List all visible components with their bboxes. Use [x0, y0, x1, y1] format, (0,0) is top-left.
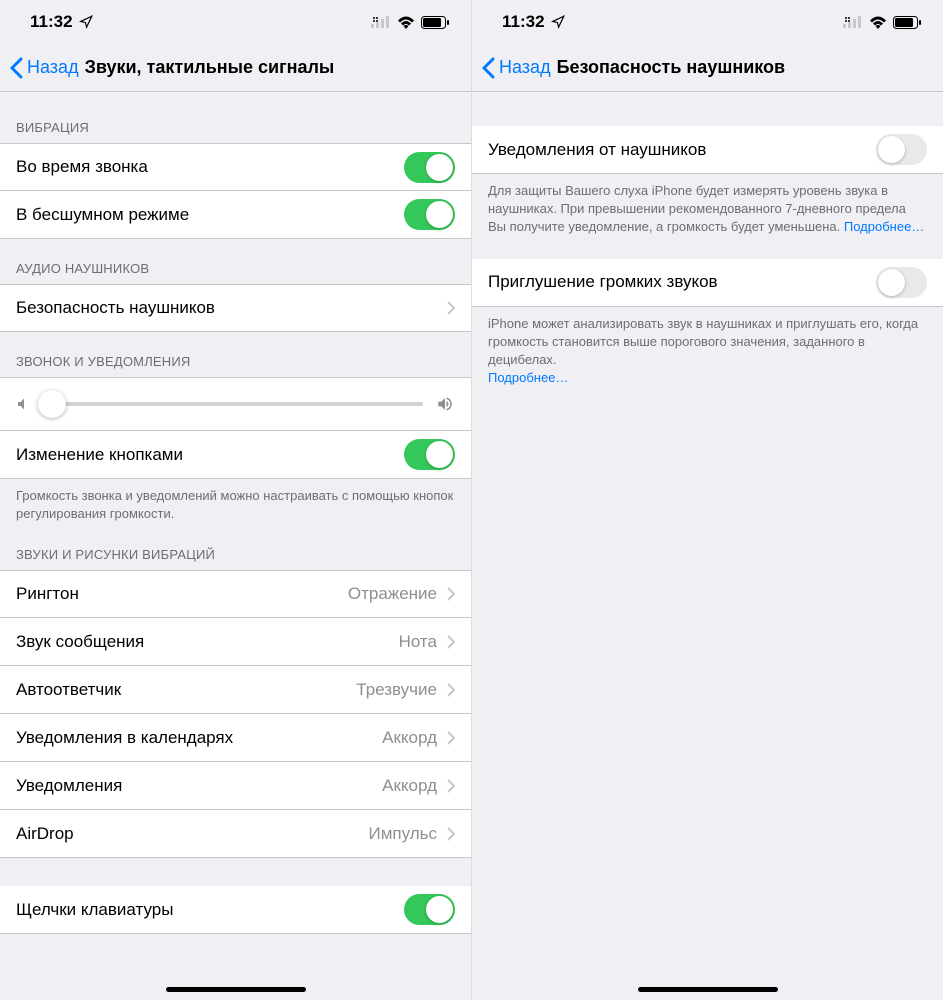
- cell-headphone-safety[interactable]: Безопасность наушников: [0, 284, 471, 332]
- chevron-left-icon: [10, 57, 23, 79]
- status-time: 11:32: [502, 12, 545, 32]
- back-label: Назад: [499, 57, 551, 78]
- cell-label: Автоответчик: [16, 680, 356, 700]
- section-header-sounds: ЗВУКИ И РИСУНКИ ВИБРАЦИЙ: [0, 537, 471, 570]
- screen-sounds-haptics: 11:32 Назад Звуки, тактильные сигналы ВИ…: [0, 0, 471, 1000]
- status-bar: 11:32: [472, 0, 943, 44]
- chevron-right-icon: [447, 635, 455, 649]
- cell-keyboard-clicks[interactable]: Щелчки клавиатуры: [0, 886, 471, 934]
- learn-more-link[interactable]: Подробнее…: [488, 370, 568, 385]
- back-label: Назад: [27, 57, 79, 78]
- cell-label: Уведомления в календарях: [16, 728, 382, 748]
- cell-label: Во время звонка: [16, 157, 404, 177]
- cellular-icon: [843, 16, 863, 28]
- chevron-right-icon: [447, 731, 455, 745]
- slider-ringer-volume[interactable]: [0, 377, 471, 431]
- footer-text: iPhone может анализировать звук в наушни…: [488, 316, 918, 367]
- page-title: Безопасность наушников: [557, 57, 786, 78]
- wifi-icon: [869, 16, 887, 29]
- cell-vibrate-on-ring[interactable]: Во время звонка: [0, 143, 471, 191]
- screen-headphone-safety: 11:32 Назад Безопасность наушников Уведо…: [471, 0, 943, 1000]
- cell-value: Импульс: [368, 824, 437, 844]
- cell-headphone-notifications[interactable]: Уведомления от наушников: [472, 126, 943, 174]
- toggle-headphone-notifications[interactable]: [876, 134, 927, 165]
- cell-label: Щелчки клавиатуры: [16, 900, 404, 920]
- cell-label: Уведомления: [16, 776, 382, 796]
- section-header-vibration: ВИБРАЦИЯ: [0, 92, 471, 143]
- nav-bar: Назад Безопасность наушников: [472, 44, 943, 92]
- back-button[interactable]: Назад: [10, 57, 79, 79]
- toggle-keyboard-clicks[interactable]: [404, 894, 455, 925]
- cell-voicemail[interactable]: Автоответчик Трезвучие: [0, 666, 471, 714]
- cell-value: Аккорд: [382, 728, 437, 748]
- footer-ringer: Громкость звонка и уведомлений можно нас…: [0, 479, 471, 537]
- section-header-headphone-audio: АУДИО НАУШНИКОВ: [0, 239, 471, 284]
- chevron-left-icon: [482, 57, 495, 79]
- cell-change-with-buttons[interactable]: Изменение кнопками: [0, 431, 471, 479]
- cell-label: Звук сообщения: [16, 632, 399, 652]
- cell-label: AirDrop: [16, 824, 368, 844]
- chevron-right-icon: [447, 587, 455, 601]
- cell-value: Трезвучие: [356, 680, 437, 700]
- footer-reduce: iPhone может анализировать звук в наушни…: [472, 307, 943, 402]
- cell-reminder-alerts[interactable]: Уведомления Аккорд: [0, 762, 471, 810]
- toggle-vibrate-on-ring[interactable]: [404, 152, 455, 183]
- battery-icon: [893, 16, 921, 29]
- status-time: 11:32: [30, 12, 73, 32]
- location-icon: [79, 15, 93, 29]
- status-bar: 11:32: [0, 0, 471, 44]
- learn-more-link[interactable]: Подробнее…: [844, 219, 924, 234]
- chevron-right-icon: [447, 683, 455, 697]
- cell-value: Отражение: [348, 584, 437, 604]
- cell-label: Изменение кнопками: [16, 445, 404, 465]
- cell-label: В бесшумном режиме: [16, 205, 404, 225]
- chevron-right-icon: [447, 827, 455, 841]
- toggle-reduce-loud-sounds[interactable]: [876, 267, 927, 298]
- cellular-icon: [371, 16, 391, 28]
- cell-label: Приглушение громких звуков: [488, 272, 876, 292]
- cell-label: Безопасность наушников: [16, 298, 447, 318]
- cell-label: Уведомления от наушников: [488, 140, 876, 160]
- cell-airdrop[interactable]: AirDrop Импульс: [0, 810, 471, 858]
- toggle-vibrate-on-silent[interactable]: [404, 199, 455, 230]
- cell-label: Рингтон: [16, 584, 348, 604]
- slider-thumb[interactable]: [38, 390, 66, 418]
- home-indicator[interactable]: [166, 987, 306, 992]
- chevron-right-icon: [447, 779, 455, 793]
- cell-text-tone[interactable]: Звук сообщения Нота: [0, 618, 471, 666]
- cell-ringtone[interactable]: Рингтон Отражение: [0, 570, 471, 618]
- toggle-change-with-buttons[interactable]: [404, 439, 455, 470]
- back-button[interactable]: Назад: [482, 57, 551, 79]
- cell-reduce-loud-sounds[interactable]: Приглушение громких звуков: [472, 259, 943, 307]
- chevron-right-icon: [447, 301, 455, 315]
- volume-low-icon: [16, 396, 32, 412]
- page-title: Звуки, тактильные сигналы: [85, 57, 335, 78]
- nav-bar: Назад Звуки, тактильные сигналы: [0, 44, 471, 92]
- cell-value: Нота: [399, 632, 437, 652]
- location-icon: [551, 15, 565, 29]
- battery-icon: [421, 16, 449, 29]
- footer-notifications: Для защиты Вашего слуха iPhone будет изм…: [472, 174, 943, 251]
- cell-vibrate-on-silent[interactable]: В бесшумном режиме: [0, 191, 471, 239]
- cell-value: Аккорд: [382, 776, 437, 796]
- volume-high-icon: [435, 395, 455, 413]
- wifi-icon: [397, 16, 415, 29]
- home-indicator[interactable]: [638, 987, 778, 992]
- section-header-ringer: ЗВОНОК И УВЕДОМЛЕНИЯ: [0, 332, 471, 377]
- slider-track[interactable]: [44, 402, 423, 406]
- cell-calendar-alerts[interactable]: Уведомления в календарях Аккорд: [0, 714, 471, 762]
